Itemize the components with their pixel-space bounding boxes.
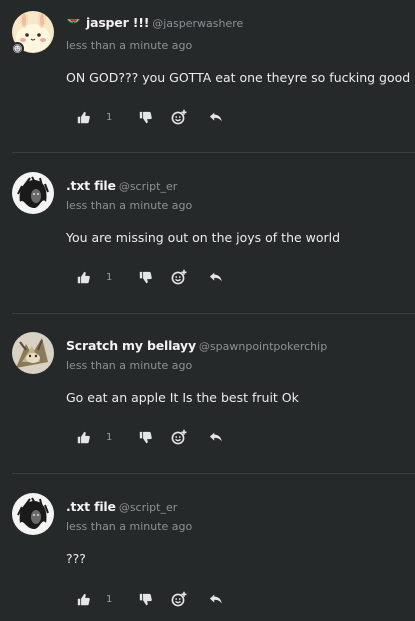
add-reaction-icon [171,109,187,125]
comment-header: .txt file @script_er [66,499,177,514]
dislike-button[interactable] [138,430,152,444]
comment-text: ??? [66,551,86,566]
like-button[interactable] [76,592,90,606]
comment-actions: 1 [76,109,223,125]
comment-actions: 1 [76,429,223,445]
dislike-button[interactable] [138,592,152,606]
watermelon-icon [66,17,81,29]
smiley-icon [13,44,22,53]
timestamp[interactable]: less than a minute ago [66,520,192,533]
reply-button[interactable] [209,110,223,124]
comment-header: .txt file @script_er [66,178,177,193]
reply-button[interactable] [209,592,223,606]
status-badge [11,42,24,55]
dislike-button[interactable] [138,270,152,284]
thumbs-down-icon [139,593,152,605]
display-name[interactable]: Scratch my bellayy [66,338,196,353]
reply-button[interactable] [209,430,223,444]
creature-avatar-image [12,332,54,374]
thumbs-up-icon [77,431,90,443]
dark-scribble-avatar-image [12,172,54,214]
add-reaction-icon [171,429,187,445]
display-name[interactable]: .txt file [66,178,116,193]
thumbs-up-icon [77,111,90,123]
thumbs-down-icon [139,271,152,283]
add-reaction-icon [171,269,187,285]
avatar[interactable] [12,332,54,374]
like-count: 1 [106,271,113,283]
user-handle[interactable]: @jasperwashere [152,17,243,30]
timestamp[interactable]: less than a minute ago [66,39,192,52]
comment-text: ON GOD??? you GOTTA eat one theyre so fu… [66,70,411,85]
reply-icon [209,272,222,282]
add-reaction-icon [171,591,187,607]
divider [12,313,415,314]
divider [12,473,415,474]
comment-text: You are missing out on the joys of the w… [66,230,341,245]
like-count: 1 [106,431,113,443]
add-reaction-button[interactable] [171,269,187,285]
user-handle[interactable]: @spawnpointpokerchip [199,340,327,353]
thumbs-up-icon [77,593,90,605]
avatar[interactable] [12,172,54,214]
comment-actions: 1 [76,269,223,285]
like-button[interactable] [76,270,90,284]
display-name[interactable]: jasper !!! [86,15,149,30]
reply-button[interactable] [209,270,223,284]
add-reaction-button[interactable] [171,109,187,125]
like-button[interactable] [76,110,90,124]
thumbs-up-icon [77,271,90,283]
add-reaction-button[interactable] [171,591,187,607]
like-button[interactable] [76,430,90,444]
comment-header: jasper !!! @jasperwashere [66,15,243,30]
timestamp[interactable]: less than a minute ago [66,199,192,212]
reply-icon [209,594,222,604]
comment-header: Scratch my bellayy @spawnpointpokerchip [66,338,327,353]
add-reaction-button[interactable] [171,429,187,445]
comment-actions: 1 [76,591,223,607]
reply-icon [209,432,222,442]
like-count: 1 [106,593,113,605]
divider [12,152,415,153]
user-handle[interactable]: @script_er [119,180,177,193]
dark-scribble-avatar-image [12,493,54,535]
thumbs-down-icon [139,431,152,443]
display-name[interactable]: .txt file [66,499,116,514]
timestamp[interactable]: less than a minute ago [66,359,192,372]
dislike-button[interactable] [138,110,152,124]
reply-icon [209,112,222,122]
like-count: 1 [106,111,113,123]
thumbs-down-icon [139,111,152,123]
user-handle[interactable]: @script_er [119,501,177,514]
comment-text: Go eat an apple It Is the best fruit Ok [66,390,299,405]
avatar[interactable] [12,493,54,535]
